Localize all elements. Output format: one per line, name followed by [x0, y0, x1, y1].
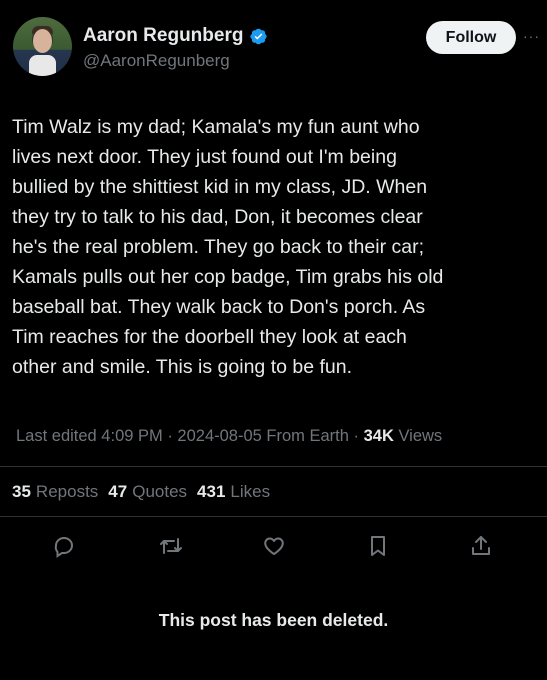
- avatar[interactable]: [13, 17, 72, 76]
- avatar-shirt: [29, 55, 56, 76]
- more-options-icon[interactable]: ···: [523, 28, 540, 44]
- share-icon[interactable]: [465, 530, 497, 562]
- deleted-notice: This post has been deleted.: [158, 610, 389, 630]
- edited-timestamp[interactable]: Last edited 4:09 PM · 2024-08-05 From Ea…: [16, 427, 364, 445]
- views-label: Views: [393, 427, 443, 445]
- verified-badge-icon: [250, 28, 268, 44]
- repost-icon[interactable]: [155, 530, 187, 562]
- reposts-count: 35: [12, 482, 31, 501]
- author-display-name[interactable]: Aaron Regunberg: [83, 25, 243, 47]
- likes-count: 431: [197, 482, 226, 501]
- like-icon[interactable]: [258, 530, 290, 562]
- post-header: Aaron Regunberg @AaronRegunberg Follow ·…: [13, 17, 539, 81]
- post-text: Tim Walz is my dad; Kamala's my fun aunt…: [12, 116, 444, 378]
- bookmark-icon[interactable]: [362, 530, 394, 562]
- quotes-stat[interactable]: 47 Quotes: [108, 481, 187, 503]
- reposts-label: Reposts: [35, 482, 99, 501]
- follow-button[interactable]: Follow: [426, 21, 516, 54]
- views-count: 34K: [363, 427, 394, 445]
- reply-icon[interactable]: [48, 530, 80, 562]
- post-meta: Last edited 4:09 PM · 2024-08-05 From Ea…: [16, 425, 536, 447]
- quotes-count: 47: [108, 482, 128, 501]
- divider: [0, 466, 547, 467]
- author-handle[interactable]: @AaronRegunberg: [83, 49, 268, 73]
- action-bar: [0, 530, 547, 562]
- divider: [0, 516, 547, 517]
- author-names: Aaron Regunberg @AaronRegunberg: [83, 25, 268, 73]
- avatar-face: [33, 29, 52, 53]
- author-name-row[interactable]: Aaron Regunberg: [83, 25, 268, 47]
- quotes-label: Quotes: [132, 482, 188, 501]
- likes-stat[interactable]: 431 Likes: [197, 481, 270, 503]
- likes-label: Likes: [230, 482, 271, 501]
- reposts-stat[interactable]: 35 Reposts: [12, 481, 98, 503]
- engagement-stats: 35 Reposts 47 Quotes 431 Likes: [12, 481, 270, 503]
